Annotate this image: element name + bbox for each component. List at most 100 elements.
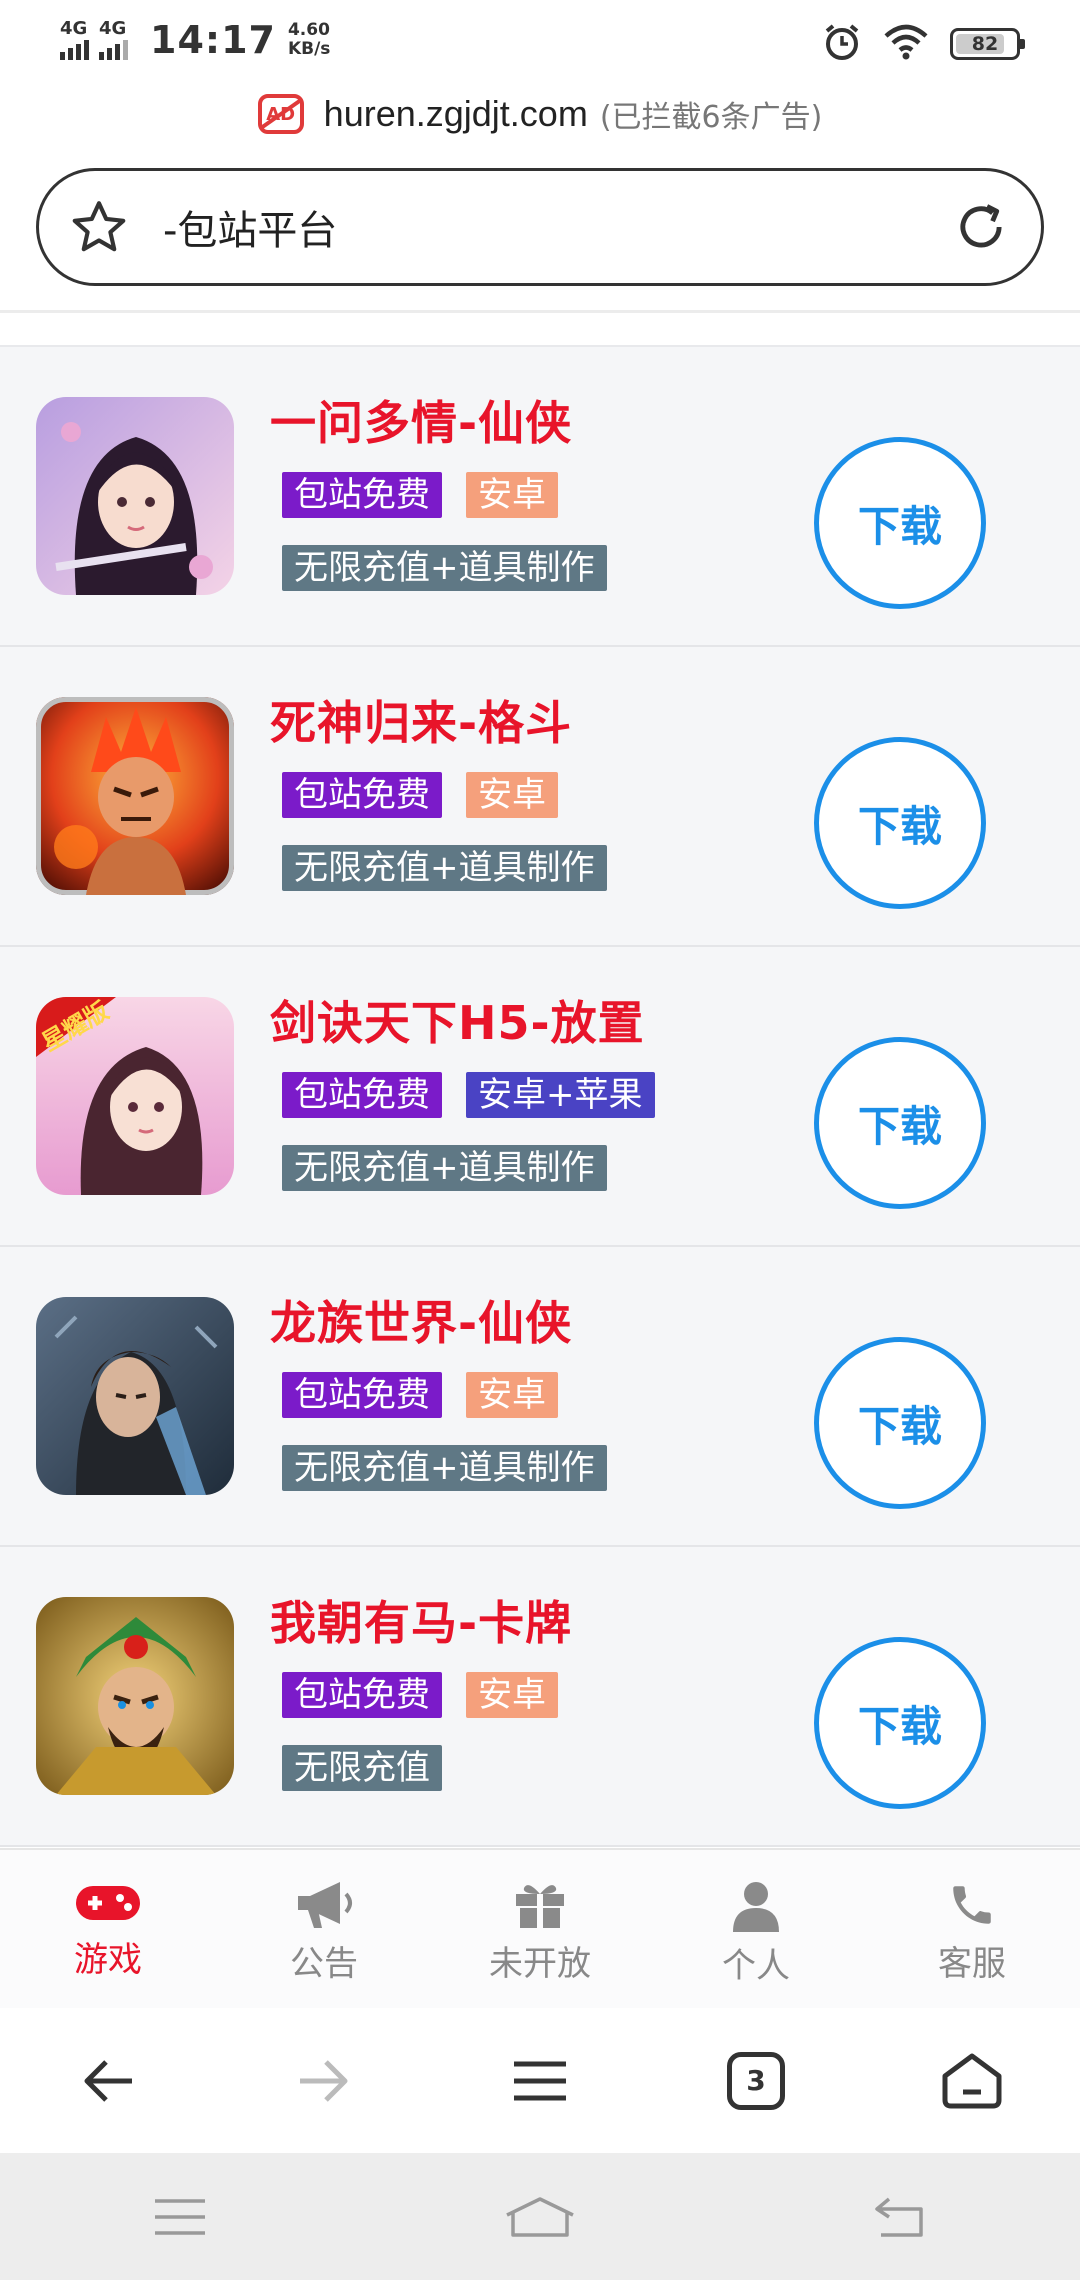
feature-badge: 无限充值+道具制作 — [282, 1145, 607, 1191]
clock: 14:17 — [150, 18, 276, 62]
tab-label: 公告 — [290, 1944, 358, 1984]
tab-profile[interactable]: 个人 — [648, 1850, 864, 2008]
feature-badge: 无限充值+道具制作 — [282, 845, 607, 891]
game-title[interactable]: 死神归来-格斗 — [270, 687, 572, 753]
download-label: 下载 — [857, 801, 942, 851]
game-title[interactable]: 剑诀天下H5-放置 — [270, 987, 645, 1053]
download-label: 下载 — [857, 1401, 942, 1451]
tab-label: 客服 — [938, 1944, 1006, 1984]
reload-button[interactable] — [921, 198, 1041, 256]
platform-badge: 安卓 — [466, 1672, 558, 1718]
platform-badge: 安卓 — [466, 472, 558, 518]
back-button[interactable] — [48, 2031, 168, 2131]
signal-bars-icon — [60, 38, 89, 60]
wifi-icon — [884, 24, 928, 64]
list-item[interactable]: 死神归来-格斗 包站免费 安卓 无限充值+道具制作 下载 — [0, 647, 1080, 947]
url-domain[interactable]: huren.zgjdjt.com — [324, 93, 588, 135]
ad-block-icon[interactable]: AD — [257, 94, 304, 134]
menu-button[interactable] — [480, 2031, 600, 2131]
home-icon — [942, 2053, 1002, 2108]
game-icon-image[interactable] — [36, 1597, 234, 1795]
tab-count: 3 — [746, 2064, 766, 2097]
network-speed-value: 4.60 — [287, 20, 330, 40]
megaphone-icon — [298, 1882, 352, 1928]
back-icon — [875, 2197, 923, 2237]
browser-toolbar: 3 — [0, 2008, 1080, 2153]
system-navigation-bar — [0, 2153, 1080, 2280]
ad-block-icon-text: AD — [266, 103, 296, 125]
system-menu-button[interactable] — [120, 2167, 240, 2267]
tab-announcements[interactable]: 公告 — [216, 1850, 432, 2008]
network-speed-unit: KB/s — [287, 39, 331, 59]
url-display[interactable]: AD huren.zgjdjt.com (已拦截6条广告) — [0, 92, 1080, 136]
home-icon — [506, 2196, 574, 2237]
download-label: 下载 — [857, 501, 942, 551]
download-label: 下载 — [857, 1101, 942, 1151]
tab-games[interactable]: 游戏 — [0, 1850, 216, 2008]
network-type-label: 4G — [99, 18, 127, 39]
home-button[interactable] — [912, 2031, 1032, 2131]
reload-icon — [960, 204, 1002, 248]
arrow-right-icon — [300, 2059, 348, 2102]
person-icon — [733, 1882, 779, 1932]
star-icon — [72, 201, 126, 252]
header-divider — [0, 310, 1080, 313]
download-button[interactable]: 下载 — [814, 1337, 986, 1509]
download-button[interactable]: 下载 — [814, 1637, 986, 1809]
tab-label: 个人 — [722, 1946, 790, 1986]
arrow-left-icon — [84, 2059, 132, 2102]
signal-indicator-2: 4G — [99, 20, 128, 60]
game-title[interactable]: 我朝有马-卡牌 — [270, 1587, 572, 1653]
free-badge: 包站免费 — [282, 772, 442, 818]
free-badge: 包站免费 — [282, 472, 442, 518]
network-speed: 4.60 KB/s — [288, 21, 330, 59]
menu-icon — [155, 2198, 205, 2235]
game-icon-image[interactable] — [36, 697, 234, 895]
phone-icon — [953, 1886, 991, 1924]
game-title[interactable]: 龙族世界-仙侠 — [270, 1287, 572, 1353]
signal-bars-icon — [99, 38, 128, 60]
platform-badge: 安卓+苹果 — [466, 1072, 655, 1118]
download-label: 下载 — [857, 1701, 942, 1751]
ads-blocked-count: (已拦截6条广告) — [599, 100, 823, 135]
tab-unopened[interactable]: 未开放 — [432, 1850, 648, 2008]
tabs-button[interactable]: 3 — [696, 2031, 816, 2131]
status-bar: 4G 4G 14:17 4.60 KB/s 82 — [0, 0, 1080, 80]
page-title: -包站平台 — [163, 208, 338, 254]
download-button[interactable]: 下载 — [814, 737, 986, 909]
gamepad-icon — [76, 1886, 140, 1920]
list-item[interactable]: 一问多情-仙侠 包站免费 安卓 无限充值+道具制作 下载 — [0, 347, 1080, 647]
download-button[interactable]: 下载 — [814, 1037, 986, 1209]
game-icon-image[interactable] — [36, 397, 234, 595]
feature-badge: 无限充值 — [282, 1745, 442, 1791]
tab-label: 未开放 — [489, 1944, 591, 1984]
list-item[interactable]: 我朝有马-卡牌 包站免费 安卓 无限充值 下载 — [0, 1547, 1080, 1847]
tab-customer-service[interactable]: 客服 — [864, 1850, 1080, 2008]
free-badge: 包站免费 — [282, 1072, 442, 1118]
alarm-icon — [822, 22, 862, 66]
signal-indicator-1: 4G — [60, 20, 89, 60]
hamburger-menu-icon — [514, 2061, 566, 2100]
bookmark-button[interactable] — [39, 196, 159, 258]
feature-badge: 无限充值+道具制作 — [282, 1445, 607, 1491]
game-icon-image[interactable]: 星耀版 — [36, 997, 234, 1195]
list-item[interactable]: 龙族世界-仙侠 包站免费 安卓 无限充值+道具制作 下载 — [0, 1247, 1080, 1547]
game-title[interactable]: 一问多情-仙侠 — [270, 387, 572, 453]
platform-badge: 安卓 — [466, 1372, 558, 1418]
tab-label: 游戏 — [74, 1940, 142, 1980]
game-list: 一问多情-仙侠 包站免费 安卓 无限充值+道具制作 下载 死神归来-格斗 包站免 — [0, 345, 1080, 1847]
battery-icon: 82 — [950, 28, 1025, 60]
bottom-tab-nav: 游戏 公告 未开放 个人 客服 — [0, 1848, 1080, 2008]
download-button[interactable]: 下载 — [814, 437, 986, 609]
gift-icon — [516, 1885, 564, 1928]
system-back-button[interactable] — [840, 2167, 960, 2267]
list-item[interactable]: 星耀版 剑诀天下H5-放置 包站免费 安卓+苹果 无限充值+道具制作 下载 — [0, 947, 1080, 1247]
page-title-bar[interactable]: -包站平台 — [36, 168, 1044, 286]
platform-badge: 安卓 — [466, 772, 558, 818]
game-icon-image[interactable] — [36, 1297, 234, 1495]
feature-badge: 无限充值+道具制作 — [282, 545, 607, 591]
battery-level: 82 — [971, 33, 999, 55]
system-home-button[interactable] — [480, 2167, 600, 2267]
free-badge: 包站免费 — [282, 1672, 442, 1718]
forward-button[interactable] — [264, 2031, 384, 2131]
